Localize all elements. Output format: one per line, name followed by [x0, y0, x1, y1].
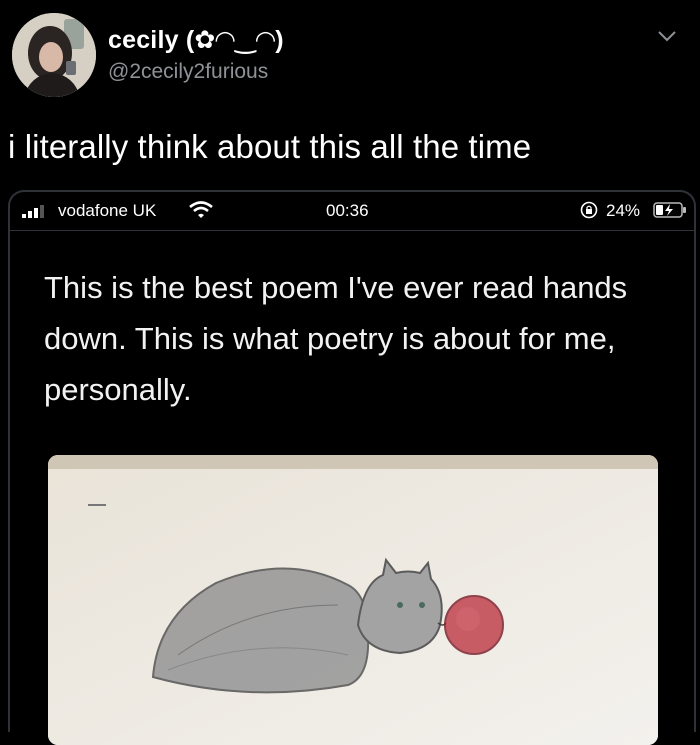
phone-status-bar: vodafone UK 00:36 24%: [10, 192, 694, 231]
status-time: 00:36: [326, 201, 369, 220]
wifi-icon: [189, 201, 213, 218]
battery-percent: 24%: [606, 201, 641, 220]
display-name[interactable]: cecily (✿◠‿◠): [108, 25, 284, 55]
avatar-image: [12, 13, 96, 97]
battery-charging-icon: [653, 202, 686, 218]
carrier-name: vodafone UK: [58, 201, 157, 220]
post-text: This is the best poem I've ever read han…: [44, 270, 628, 407]
avatar[interactable]: [12, 13, 96, 97]
embedded-screenshot[interactable]: vodafone UK 00:36 24% This is the best p…: [8, 190, 696, 745]
tweet-text: i literally think about this all the tim…: [8, 128, 532, 165]
user-handle[interactable]: @2cecily2furious: [108, 60, 268, 84]
orientation-lock-icon: [580, 201, 598, 219]
cat-drawing-image: [48, 455, 658, 745]
signal-bars-icon: [22, 205, 44, 218]
cat-drawing-photo[interactable]: [48, 455, 658, 745]
chevron-down-icon[interactable]: [652, 26, 682, 46]
